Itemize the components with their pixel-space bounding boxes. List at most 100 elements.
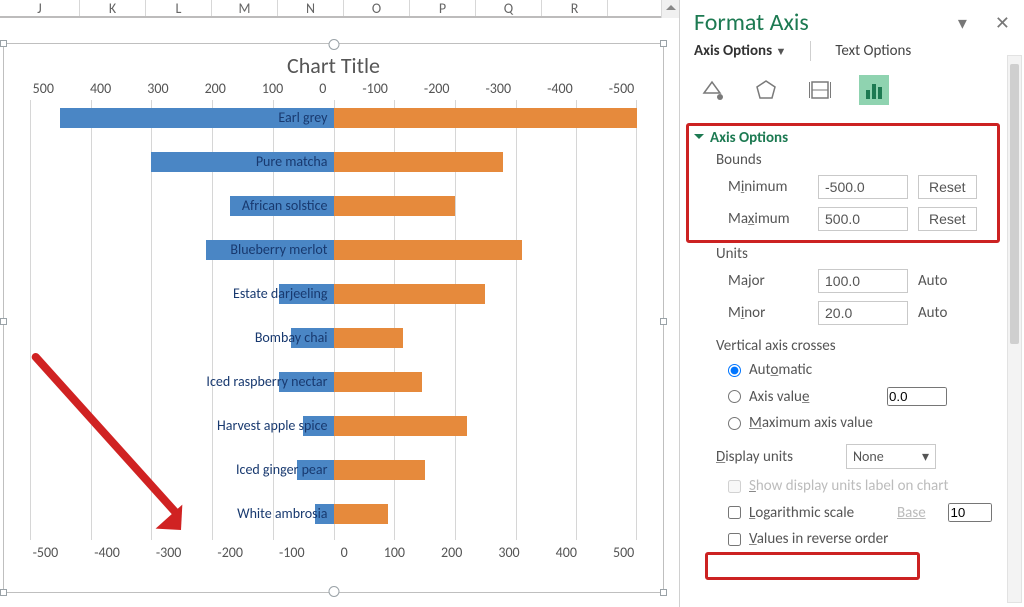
axis-tick: 200 xyxy=(205,80,226,98)
category-label[interactable]: Blueberry merlot xyxy=(230,240,333,260)
category-label[interactable]: Estate darjeeling xyxy=(233,284,334,304)
primary-horizontal-axis[interactable]: -500-400-300-200-1000100200300400500 xyxy=(31,544,637,562)
tab-text-options[interactable]: Text Options xyxy=(835,42,911,60)
minor-label: Minor xyxy=(728,304,808,322)
category-label[interactable]: African solstice xyxy=(242,196,334,216)
bar-series2[interactable] xyxy=(334,108,638,128)
values-in-reverse-label: Values in reverse order xyxy=(749,530,888,548)
major-label: Major xyxy=(728,272,808,290)
max-axis-value-label: Maximum axis value xyxy=(749,414,873,432)
automatic-label: Automatic xyxy=(749,361,812,379)
axis-tick: 100 xyxy=(262,80,283,98)
axis-tick: 400 xyxy=(90,80,111,98)
checkbox-log-scale[interactable] xyxy=(728,506,741,519)
show-du-label: Show display units label on chart xyxy=(749,477,949,495)
chevron-down-icon: ▾ xyxy=(922,448,929,465)
reset-maximum-button[interactable]: Reset xyxy=(918,207,977,231)
major-unit-input[interactable] xyxy=(818,269,908,293)
axis-tick: 0 xyxy=(319,80,326,98)
bar-series2[interactable] xyxy=(334,328,404,348)
minimum-label: Minimum xyxy=(728,178,808,196)
resize-handle[interactable] xyxy=(0,40,7,47)
display-units-dropdown[interactable]: None▾ xyxy=(846,444,936,469)
log-scale-label: Logarithmic scale xyxy=(749,504,889,522)
radio-automatic[interactable] xyxy=(728,364,741,377)
tab-axis-options[interactable]: Axis Options ▼ xyxy=(694,42,786,60)
bar-row: African solstice xyxy=(30,188,637,232)
units-label: Units xyxy=(692,235,1016,265)
category-label[interactable]: Earl grey xyxy=(278,108,333,128)
minor-unit-input[interactable] xyxy=(818,301,908,325)
resize-handle[interactable] xyxy=(0,318,7,325)
bar-series2[interactable] xyxy=(334,460,425,480)
radio-axis-value[interactable] xyxy=(728,390,741,403)
col-head[interactable]: K xyxy=(80,0,146,16)
resize-handle[interactable] xyxy=(0,589,7,596)
axis-tick: -300 xyxy=(486,80,512,98)
resize-handle[interactable] xyxy=(660,40,667,47)
checkbox-show-du-label xyxy=(728,480,741,493)
bar-series2[interactable] xyxy=(334,152,504,172)
resize-handle[interactable] xyxy=(328,39,339,50)
col-head[interactable]: J xyxy=(0,0,80,16)
bar-row: Earl grey xyxy=(30,100,637,144)
bar-row: Bombay chai xyxy=(30,320,637,364)
axis-tick: 500 xyxy=(613,544,634,562)
reset-minimum-button[interactable]: Reset xyxy=(918,175,977,199)
maximum-label: Maximum xyxy=(728,210,808,228)
bounds-label: Bounds xyxy=(692,147,1016,171)
axis-tick: 0 xyxy=(341,544,348,562)
bar-row: Iced raspberry nectar xyxy=(30,364,637,408)
display-units-label: Display units xyxy=(716,448,836,466)
divider xyxy=(810,41,811,61)
bar-row: Blueberry merlot xyxy=(30,232,637,276)
pane-options-dropdown-icon[interactable]: ▾ xyxy=(958,12,967,34)
size-properties-icon[interactable] xyxy=(805,75,835,105)
secondary-horizontal-axis[interactable]: 5004003002001000-100-200-300-400-500 xyxy=(31,80,637,98)
col-head[interactable]: M xyxy=(212,0,278,16)
radio-max-axis-value[interactable] xyxy=(728,417,741,430)
maximum-input[interactable] xyxy=(818,207,908,231)
close-icon[interactable]: ✕ xyxy=(995,12,1010,34)
axis-tick: 300 xyxy=(498,544,519,562)
col-head[interactable]: O xyxy=(344,0,410,16)
category-label[interactable]: Harvest apple spice xyxy=(217,416,333,436)
chart-title[interactable]: Chart Title xyxy=(18,50,649,81)
col-head[interactable]: R xyxy=(542,0,608,16)
axis-value-input[interactable] xyxy=(887,387,947,406)
resize-handle[interactable] xyxy=(660,589,667,596)
minimum-input[interactable] xyxy=(818,175,908,199)
checkbox-values-in-reverse[interactable] xyxy=(728,533,741,546)
axis-tick: 200 xyxy=(441,544,462,562)
col-head[interactable]: P xyxy=(410,0,476,16)
resize-handle[interactable] xyxy=(328,586,339,597)
axis-options-icon[interactable] xyxy=(859,75,889,105)
vertical-axis-crosses-label: Vertical axis crosses xyxy=(692,329,1016,357)
section-axis-options[interactable]: Axis Options xyxy=(692,129,1016,147)
bar-series2[interactable] xyxy=(334,240,522,260)
category-label[interactable]: Iced ginger pear xyxy=(236,460,334,480)
base-input[interactable] xyxy=(948,503,992,522)
category-label[interactable]: Pure matcha xyxy=(256,152,334,172)
fill-line-icon[interactable] xyxy=(697,75,727,105)
category-label[interactable]: Iced raspberry nectar xyxy=(206,372,333,392)
col-head[interactable]: N xyxy=(278,0,344,16)
bar-series2[interactable] xyxy=(334,284,486,304)
axis-value-label: Axis value xyxy=(749,388,879,406)
bar-series2[interactable] xyxy=(334,416,468,436)
chart-object[interactable]: Chart Title 5004003002001000-100-200-300… xyxy=(3,43,664,593)
category-label[interactable]: White ambrosia xyxy=(237,504,333,524)
axis-tick: -500 xyxy=(33,544,59,562)
effects-icon[interactable] xyxy=(751,75,781,105)
bar-series2[interactable] xyxy=(334,504,389,524)
base-label: Base xyxy=(897,504,926,522)
col-head[interactable]: L xyxy=(146,0,212,16)
plot-area[interactable]: Chart Title 5004003002001000-100-200-300… xyxy=(18,50,649,562)
bar-series2[interactable] xyxy=(334,196,455,216)
axis-tick: -200 xyxy=(424,80,450,98)
resize-handle[interactable] xyxy=(660,318,667,325)
category-label[interactable]: Bombay chai xyxy=(255,328,334,348)
chart-plot-grid: Earl grey Pure matcha African solstice Blue… xyxy=(30,100,637,540)
col-head[interactable]: Q xyxy=(476,0,542,16)
bar-series2[interactable] xyxy=(334,372,422,392)
